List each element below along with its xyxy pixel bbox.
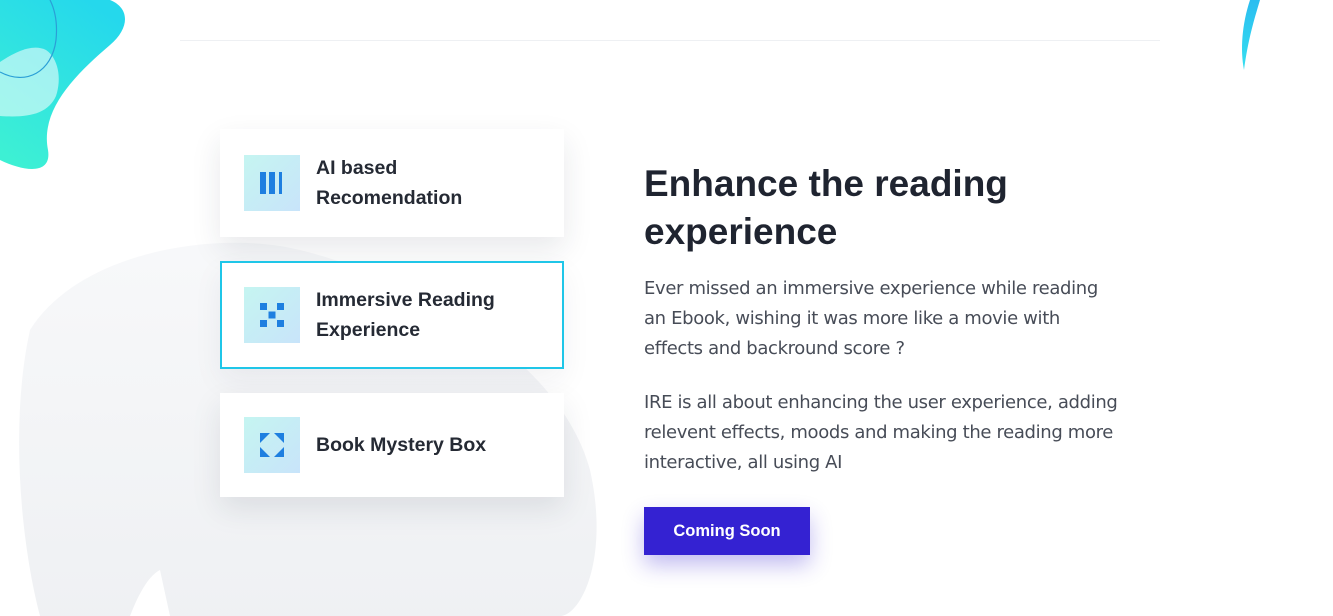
feature-card-immersive-reading[interactable]: Immersive Reading Experience [220,261,564,369]
section-headline: Enhance the reading experience [644,163,1008,252]
page: AI based Recomendation Immersive Reading… [0,0,1333,616]
checker-icon [244,287,300,343]
description-paragraph-1: Ever missed an immersive experience whil… [644,278,1098,359]
corners-icon [244,417,300,473]
top-left-blob-shape [0,0,125,170]
feature-card-label: AI based Recomendation [316,157,463,209]
top-divider [180,40,1160,41]
feature-card-ai-recommendation[interactable]: AI based Recomendation [220,129,564,237]
feature-card-mystery-box[interactable]: Book Mystery Box [220,393,564,497]
feature-card-label: Immersive Reading Experience [316,289,495,341]
top-right-blob-shape [1242,0,1260,70]
feature-card-label: Book Mystery Box [316,434,487,456]
description-paragraph-2: IRE is all about enhancing the user expe… [644,392,1118,473]
bars-icon [244,155,300,211]
coming-soon-button[interactable]: Coming Soon [644,507,810,555]
